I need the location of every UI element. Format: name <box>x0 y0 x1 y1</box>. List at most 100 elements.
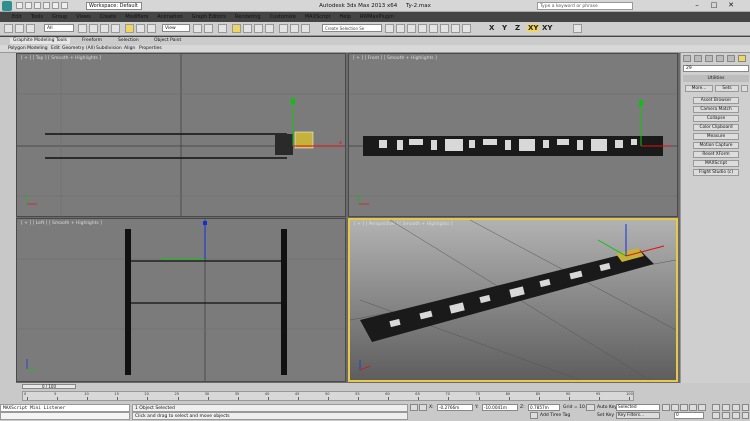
asset-browser-button[interactable]: Asset Browser <box>693 97 739 104</box>
schematic-view-icon[interactable] <box>418 24 427 33</box>
measure-button[interactable]: Measure <box>693 133 739 140</box>
selection-filter-dropdown[interactable]: All <box>44 24 74 32</box>
subtab-edit[interactable]: Edit <box>51 46 60 52</box>
viewport-top[interactable]: [ + ] [ Top ] [ Smooth + Highlights ] x <box>16 53 346 217</box>
add-time-tag-button[interactable]: Add Time Tag <box>540 412 570 419</box>
x-coordinate-field[interactable]: -0.2766m <box>437 404 473 411</box>
sets-button[interactable]: Sets <box>715 85 739 92</box>
minimize-button[interactable]: – <box>690 1 704 10</box>
utilities-rollout-header[interactable]: Utilities <box>683 75 749 82</box>
window-crossing-icon[interactable] <box>111 24 120 33</box>
constraint-xy-button[interactable]: XY <box>527 24 540 32</box>
subtab-subdivision[interactable]: Subdivision <box>96 46 122 52</box>
material-editor-icon[interactable] <box>429 24 438 33</box>
subtab-align[interactable]: Align <box>124 46 135 52</box>
hierarchy-tab-icon[interactable] <box>705 55 713 62</box>
utilities-filter-input[interactable]: 29 <box>683 65 749 72</box>
keyboard-shortcut-icon[interactable] <box>218 24 227 33</box>
key-filters-button[interactable]: Key Filters... <box>616 412 660 419</box>
graphite-toggle-icon[interactable] <box>396 24 405 33</box>
previous-frame-icon[interactable] <box>671 404 679 411</box>
select-by-name-icon[interactable] <box>89 24 98 33</box>
pan-view-icon[interactable] <box>722 412 730 419</box>
y-coordinate-field[interactable]: -10.0041m <box>482 404 518 411</box>
maximize-toggle-icon[interactable] <box>742 412 749 419</box>
select-and-rotate-icon[interactable] <box>136 24 145 33</box>
menu-graph-editors[interactable]: Graph Editors <box>192 13 226 22</box>
go-to-start-icon[interactable] <box>662 404 670 411</box>
z-coordinate-field[interactable]: 0.7857m <box>528 404 560 411</box>
menu-rendering[interactable]: Rendering <box>235 13 261 22</box>
constraint-z-button[interactable]: Z <box>515 24 520 32</box>
motion-tab-icon[interactable] <box>716 55 724 62</box>
menu-tools[interactable]: Tools <box>31 13 43 22</box>
layer-manager-icon[interactable] <box>385 24 394 33</box>
field-of-view-icon[interactable] <box>712 412 720 419</box>
menu-edit[interactable]: Edit <box>12 13 22 22</box>
motion-capture-button[interactable]: Motion Capture <box>693 142 739 149</box>
set-key-mode-icon[interactable] <box>586 404 595 411</box>
maximize-button[interactable]: □ <box>707 1 721 10</box>
viewport-perspective[interactable]: [ + ] [ Perspective ] [ Smooth + Highlig… <box>348 218 678 382</box>
track-bar[interactable]: 0 5 10 15 20 25 30 35 40 45 50 55 60 65 70 75 80 85 90 95 10… <box>22 391 634 401</box>
named-selection-input[interactable]: Create Selection Se <box>322 24 382 32</box>
menu-group[interactable]: Group <box>52 13 67 22</box>
absolute-mode-icon[interactable] <box>419 404 427 411</box>
select-and-scale-icon[interactable] <box>147 24 156 33</box>
time-slider[interactable]: 0 / 100 <box>22 384 76 389</box>
rectangle-selection-icon[interactable] <box>100 24 109 33</box>
current-frame-field[interactable]: 0 <box>674 412 704 419</box>
camera-match-button[interactable]: Camera Match <box>693 106 739 113</box>
menu-animation[interactable]: Animation <box>157 13 183 22</box>
snaps-toggle-icon[interactable] <box>232 24 241 33</box>
color-clipboard-button[interactable]: Color Clipboard <box>693 124 739 131</box>
maxscript-button[interactable]: MAXScript <box>693 160 739 167</box>
select-and-move-icon[interactable] <box>125 24 134 33</box>
search-input[interactable]: Type a keyword or phrase <box>537 2 633 10</box>
utilities-tab-icon[interactable] <box>738 55 746 62</box>
render-production-icon[interactable] <box>462 24 471 33</box>
percent-snap-icon[interactable] <box>254 24 263 33</box>
orbit-icon[interactable] <box>732 412 740 419</box>
display-tab-icon[interactable] <box>727 55 735 62</box>
edit-named-selection-icon[interactable] <box>279 24 288 33</box>
align-icon[interactable] <box>301 24 310 33</box>
go-to-end-icon[interactable] <box>698 404 706 411</box>
lock-selection-icon[interactable] <box>410 404 418 411</box>
render-setup-icon[interactable] <box>440 24 449 33</box>
constraint-x-button[interactable]: X <box>489 24 494 32</box>
configure-button-sets-icon[interactable] <box>741 85 748 92</box>
viewport-front[interactable]: [ + ] [ Front ] [ Smooth + Highlights ] <box>348 53 678 217</box>
menu-customize[interactable]: Customize <box>270 13 296 22</box>
subtab-geometry-all[interactable]: Geometry (All) <box>62 46 95 52</box>
constraint-plane-button[interactable]: XY <box>542 24 552 32</box>
tab-selection[interactable]: Selection <box>118 38 139 44</box>
maxscript-listener[interactable]: MAXScript Mini Listener <box>0 404 130 412</box>
undo-icon[interactable] <box>4 24 13 33</box>
constraint-y-button[interactable]: Y <box>502 24 507 32</box>
rendered-frame-icon[interactable] <box>451 24 460 33</box>
collapse-button[interactable]: Collapse <box>693 115 739 122</box>
subtab-polygon-modeling[interactable]: Polygon Modeling <box>8 46 48 52</box>
play-icon[interactable] <box>680 404 688 411</box>
maxscript-listener-output[interactable] <box>0 412 130 420</box>
tab-graphite-modeling-tools[interactable]: Graphite Modeling Tools <box>10 38 71 44</box>
next-frame-icon[interactable] <box>689 404 697 411</box>
menu-maxscript[interactable]: MAXScript <box>305 13 331 22</box>
flight-studio-button[interactable]: Flight Studio (c) <box>693 169 739 176</box>
reference-coordinate-dropdown[interactable]: View <box>162 24 190 32</box>
select-object-icon[interactable] <box>78 24 87 33</box>
redo-icon[interactable] <box>15 24 24 33</box>
modify-tab-icon[interactable] <box>694 55 702 62</box>
curve-editor-icon[interactable] <box>407 24 416 33</box>
more-button[interactable]: More... <box>685 85 713 92</box>
reset-xform-button[interactable]: Reset XForm <box>693 151 739 158</box>
angle-snap-icon[interactable] <box>243 24 252 33</box>
subtab-properties[interactable]: Properties <box>139 46 162 52</box>
key-selection-dropdown[interactable]: Selected <box>616 404 660 411</box>
viewport-left[interactable]: [ + ] [ Left ] [ Smooth + Highlights ] <box>16 218 346 382</box>
auto-key-button[interactable]: Auto Key <box>597 404 617 411</box>
close-button[interactable]: ✕ <box>724 1 738 10</box>
menu-create[interactable]: Create <box>100 13 117 22</box>
menu-modifiers[interactable]: Modifiers <box>125 13 148 22</box>
